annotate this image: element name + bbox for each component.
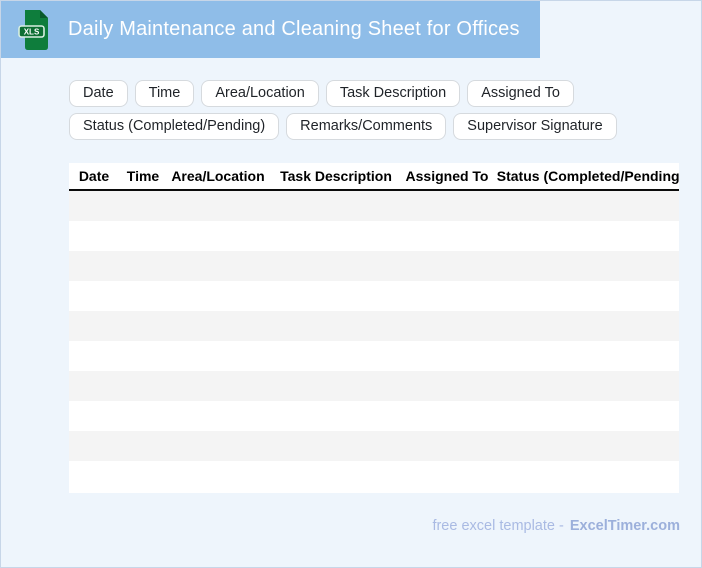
template-preview-page: XLS Daily Maintenance and Cleaning Sheet… — [0, 0, 702, 568]
table-row — [69, 311, 679, 341]
footer-text: free excel template - — [432, 518, 564, 534]
brand-link[interactable]: ExcelTimer.com — [570, 518, 680, 534]
maintenance-table: Date Time Area/Location Task Description… — [69, 163, 679, 493]
xls-badge-label: XLS — [24, 27, 40, 36]
chip-remarks-comments[interactable]: Remarks/Comments — [286, 113, 447, 140]
column-header-time: Time — [126, 168, 160, 184]
page-title: Daily Maintenance and Cleaning Sheet for… — [68, 18, 520, 40]
table-row — [69, 191, 679, 221]
header-bar: XLS Daily Maintenance and Cleaning Sheet… — [1, 1, 540, 58]
column-header-task-description: Task Description — [280, 168, 392, 184]
chip-area-location[interactable]: Area/Location — [201, 80, 319, 107]
chip-supervisor-signature[interactable]: Supervisor Signature — [453, 113, 617, 140]
table-row — [69, 401, 679, 431]
chip-status[interactable]: Status (Completed/Pending) — [69, 113, 280, 140]
table-row — [69, 221, 679, 251]
file-fold — [40, 9, 48, 18]
column-header-status: Status (Completed/Pending) — [496, 168, 679, 184]
table-header-row: Date Time Area/Location Task Description… — [69, 163, 679, 191]
table-row — [69, 251, 679, 281]
table-row — [69, 431, 679, 461]
xls-file-icon: XLS — [18, 9, 48, 50]
chip-assigned-to[interactable]: Assigned To — [467, 80, 574, 107]
column-header-assigned-to: Assigned To — [405, 168, 489, 184]
chip-time[interactable]: Time — [134, 80, 195, 107]
table-row — [69, 341, 679, 371]
table-row — [69, 461, 679, 491]
chip-task-description[interactable]: Task Description — [325, 80, 461, 107]
column-header-date: Date — [78, 168, 110, 184]
column-header-area-location: Area/Location — [171, 168, 265, 184]
footer-credit: free excel template - ExcelTimer.com — [432, 518, 680, 534]
table-row — [69, 281, 679, 311]
table-row — [69, 371, 679, 401]
chip-date[interactable]: Date — [69, 80, 128, 107]
chip-list: Date Time Area/Location Task Description… — [69, 80, 649, 140]
table-body — [69, 191, 679, 491]
